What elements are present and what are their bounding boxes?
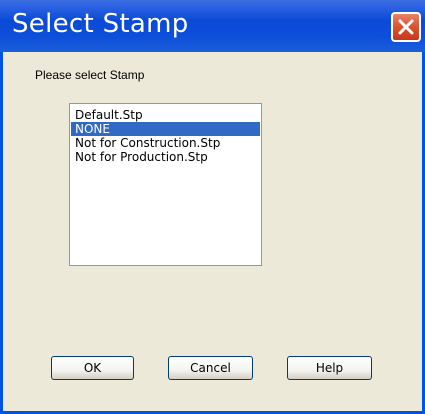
prompt-label: Please select Stamp <box>35 68 145 82</box>
close-button[interactable] <box>391 12 421 42</box>
cancel-button[interactable]: Cancel <box>168 356 253 380</box>
window-title: Select Stamp <box>12 9 189 39</box>
list-item-none[interactable]: NONE <box>71 122 260 136</box>
list-item-not-for-construction[interactable]: Not for Construction.Stp <box>71 136 260 150</box>
list-item-not-for-production[interactable]: Not for Production.Stp <box>71 150 260 164</box>
title-bar[interactable]: Select Stamp <box>0 0 425 52</box>
select-stamp-dialog: Select Stamp Please select Stamp Default… <box>0 0 425 414</box>
ok-button[interactable]: OK <box>51 356 134 380</box>
list-item-default[interactable]: Default.Stp <box>71 108 260 122</box>
stamp-listbox[interactable]: Default.Stp NONE Not for Construction.St… <box>69 103 262 266</box>
help-button[interactable]: Help <box>287 356 372 380</box>
close-icon <box>398 19 414 35</box>
